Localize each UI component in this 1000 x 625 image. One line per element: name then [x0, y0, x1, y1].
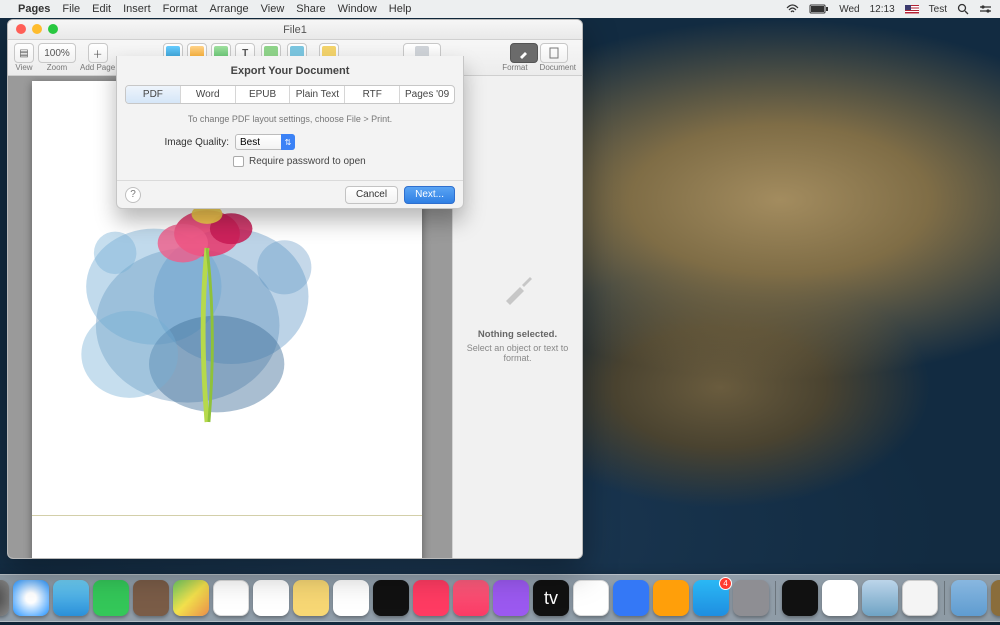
toolbar-format-doc-group: Format Document	[502, 43, 576, 72]
help-button[interactable]: ?	[125, 187, 141, 203]
dock-photos[interactable]	[253, 580, 289, 616]
view-button[interactable]: ▤	[14, 43, 34, 63]
toolbar-document-label: Document	[540, 63, 576, 72]
dock-terminal[interactable]	[782, 580, 818, 616]
toolbar-format-label: Format	[502, 63, 527, 72]
app-menu[interactable]: Pages	[18, 3, 50, 15]
dock-textedit[interactable]	[902, 580, 938, 616]
format-inspector: Nothing selected. Select an object or te…	[452, 76, 582, 558]
dock-separator	[944, 581, 945, 615]
menu-share[interactable]: Share	[296, 3, 325, 15]
clock-day[interactable]: Wed	[839, 4, 859, 15]
zoom-dropdown[interactable]: 100%	[38, 43, 76, 63]
badge: 4	[719, 577, 732, 590]
menu-format[interactable]: Format	[163, 3, 198, 15]
menu-insert[interactable]: Insert	[123, 3, 151, 15]
add-page-button[interactable]: ＋	[88, 43, 108, 63]
dock-maps[interactable]	[173, 580, 209, 616]
wifi-icon[interactable]	[786, 4, 799, 14]
dock-preview[interactable]	[862, 580, 898, 616]
next-button[interactable]: Next...	[404, 186, 455, 204]
input-flag[interactable]	[905, 5, 919, 14]
dock-calendar[interactable]: 20	[333, 580, 369, 616]
input-lang[interactable]: Test	[929, 4, 947, 15]
window-minimize-button[interactable]	[32, 24, 42, 34]
toolbar-zoom-group: 100% Zoom	[38, 43, 76, 72]
window-titlebar[interactable]: File1	[8, 20, 582, 40]
dock-app-store[interactable]: 4	[693, 580, 729, 616]
export-format-tabs: PDF Word EPUB Plain Text RTF Pages '09	[125, 85, 455, 104]
document-icon	[549, 47, 559, 59]
dock-numbers[interactable]	[573, 580, 609, 616]
dock-notes[interactable]	[293, 580, 329, 616]
dock-pages[interactable]	[653, 580, 689, 616]
toolbar-addpage-group: ＋ Add Page	[80, 43, 115, 72]
tab-plain-text[interactable]: Plain Text	[290, 86, 345, 103]
dock-keynote[interactable]	[613, 580, 649, 616]
spotlight-icon[interactable]	[957, 3, 969, 15]
tab-epub[interactable]: EPUB	[236, 86, 291, 103]
inspector-subtext: Select an object or text to format.	[459, 343, 576, 363]
cancel-button[interactable]: Cancel	[345, 186, 398, 204]
toolbar-view-group: ▤ View	[14, 43, 34, 72]
dock-mail[interactable]	[53, 580, 89, 616]
toolbar-zoom-label: Zoom	[47, 63, 67, 72]
export-sheet: Export Your Document PDF Word EPUB Plain…	[116, 56, 464, 209]
dock-contacts[interactable]	[133, 580, 169, 616]
window-close-button[interactable]	[16, 24, 26, 34]
menu-help[interactable]: Help	[389, 3, 412, 15]
window-zoom-button[interactable]	[48, 24, 58, 34]
tab-rtf[interactable]: RTF	[345, 86, 400, 103]
menu-arrange[interactable]: Arrange	[209, 3, 248, 15]
dock-news[interactable]	[413, 580, 449, 616]
dock-launchpad[interactable]	[0, 580, 9, 616]
inspector-heading: Nothing selected.	[478, 329, 557, 340]
sheet-hint: To change PDF layout settings, choose Fi…	[117, 114, 463, 124]
dock-reminders[interactable]	[213, 580, 249, 616]
dock-downloads-folder[interactable]	[951, 580, 987, 616]
clock-time[interactable]: 12:13	[870, 4, 895, 15]
dock-system-preferences[interactable]	[733, 580, 769, 616]
paintbrush-icon	[518, 47, 530, 59]
window-title: File1	[283, 24, 307, 36]
dock-chrome[interactable]	[822, 580, 858, 616]
require-password-label: Require password to open	[249, 156, 366, 167]
menu-file[interactable]: File	[62, 3, 80, 15]
menu-view[interactable]: View	[261, 3, 285, 15]
dock-separator	[775, 581, 776, 615]
format-button[interactable]	[510, 43, 538, 63]
dock-safari[interactable]	[13, 580, 49, 616]
menu-edit[interactable]: Edit	[92, 3, 111, 15]
dock-stocks[interactable]	[373, 580, 409, 616]
dock-music[interactable]	[453, 580, 489, 616]
tab-word[interactable]: Word	[181, 86, 236, 103]
dock: 20 tv 4	[0, 574, 1000, 622]
tab-pdf[interactable]: PDF	[126, 86, 181, 103]
document-button[interactable]	[540, 43, 568, 63]
control-center-icon[interactable]	[979, 4, 992, 14]
image-quality-label: Image Quality:	[157, 137, 229, 148]
require-password-checkbox[interactable]	[233, 156, 244, 167]
page-divider	[32, 515, 422, 516]
battery-icon[interactable]	[809, 4, 829, 14]
tab-pages09[interactable]: Pages '09	[400, 86, 454, 103]
sheet-title: Export Your Document	[117, 65, 463, 77]
menu-window[interactable]: Window	[338, 3, 377, 15]
dock-gimp-doc[interactable]	[991, 580, 1000, 616]
dock-messages[interactable]	[93, 580, 129, 616]
image-quality-select[interactable]: Best	[235, 134, 295, 150]
brush-icon	[500, 271, 536, 315]
dock-podcasts[interactable]	[493, 580, 529, 616]
toolbar-addpage-label: Add Page	[80, 63, 115, 72]
toolbar-view-label: View	[15, 63, 32, 72]
menubar: Pages File Edit Insert Format Arrange Vi…	[0, 0, 1000, 18]
dock-tv[interactable]: tv	[533, 580, 569, 616]
